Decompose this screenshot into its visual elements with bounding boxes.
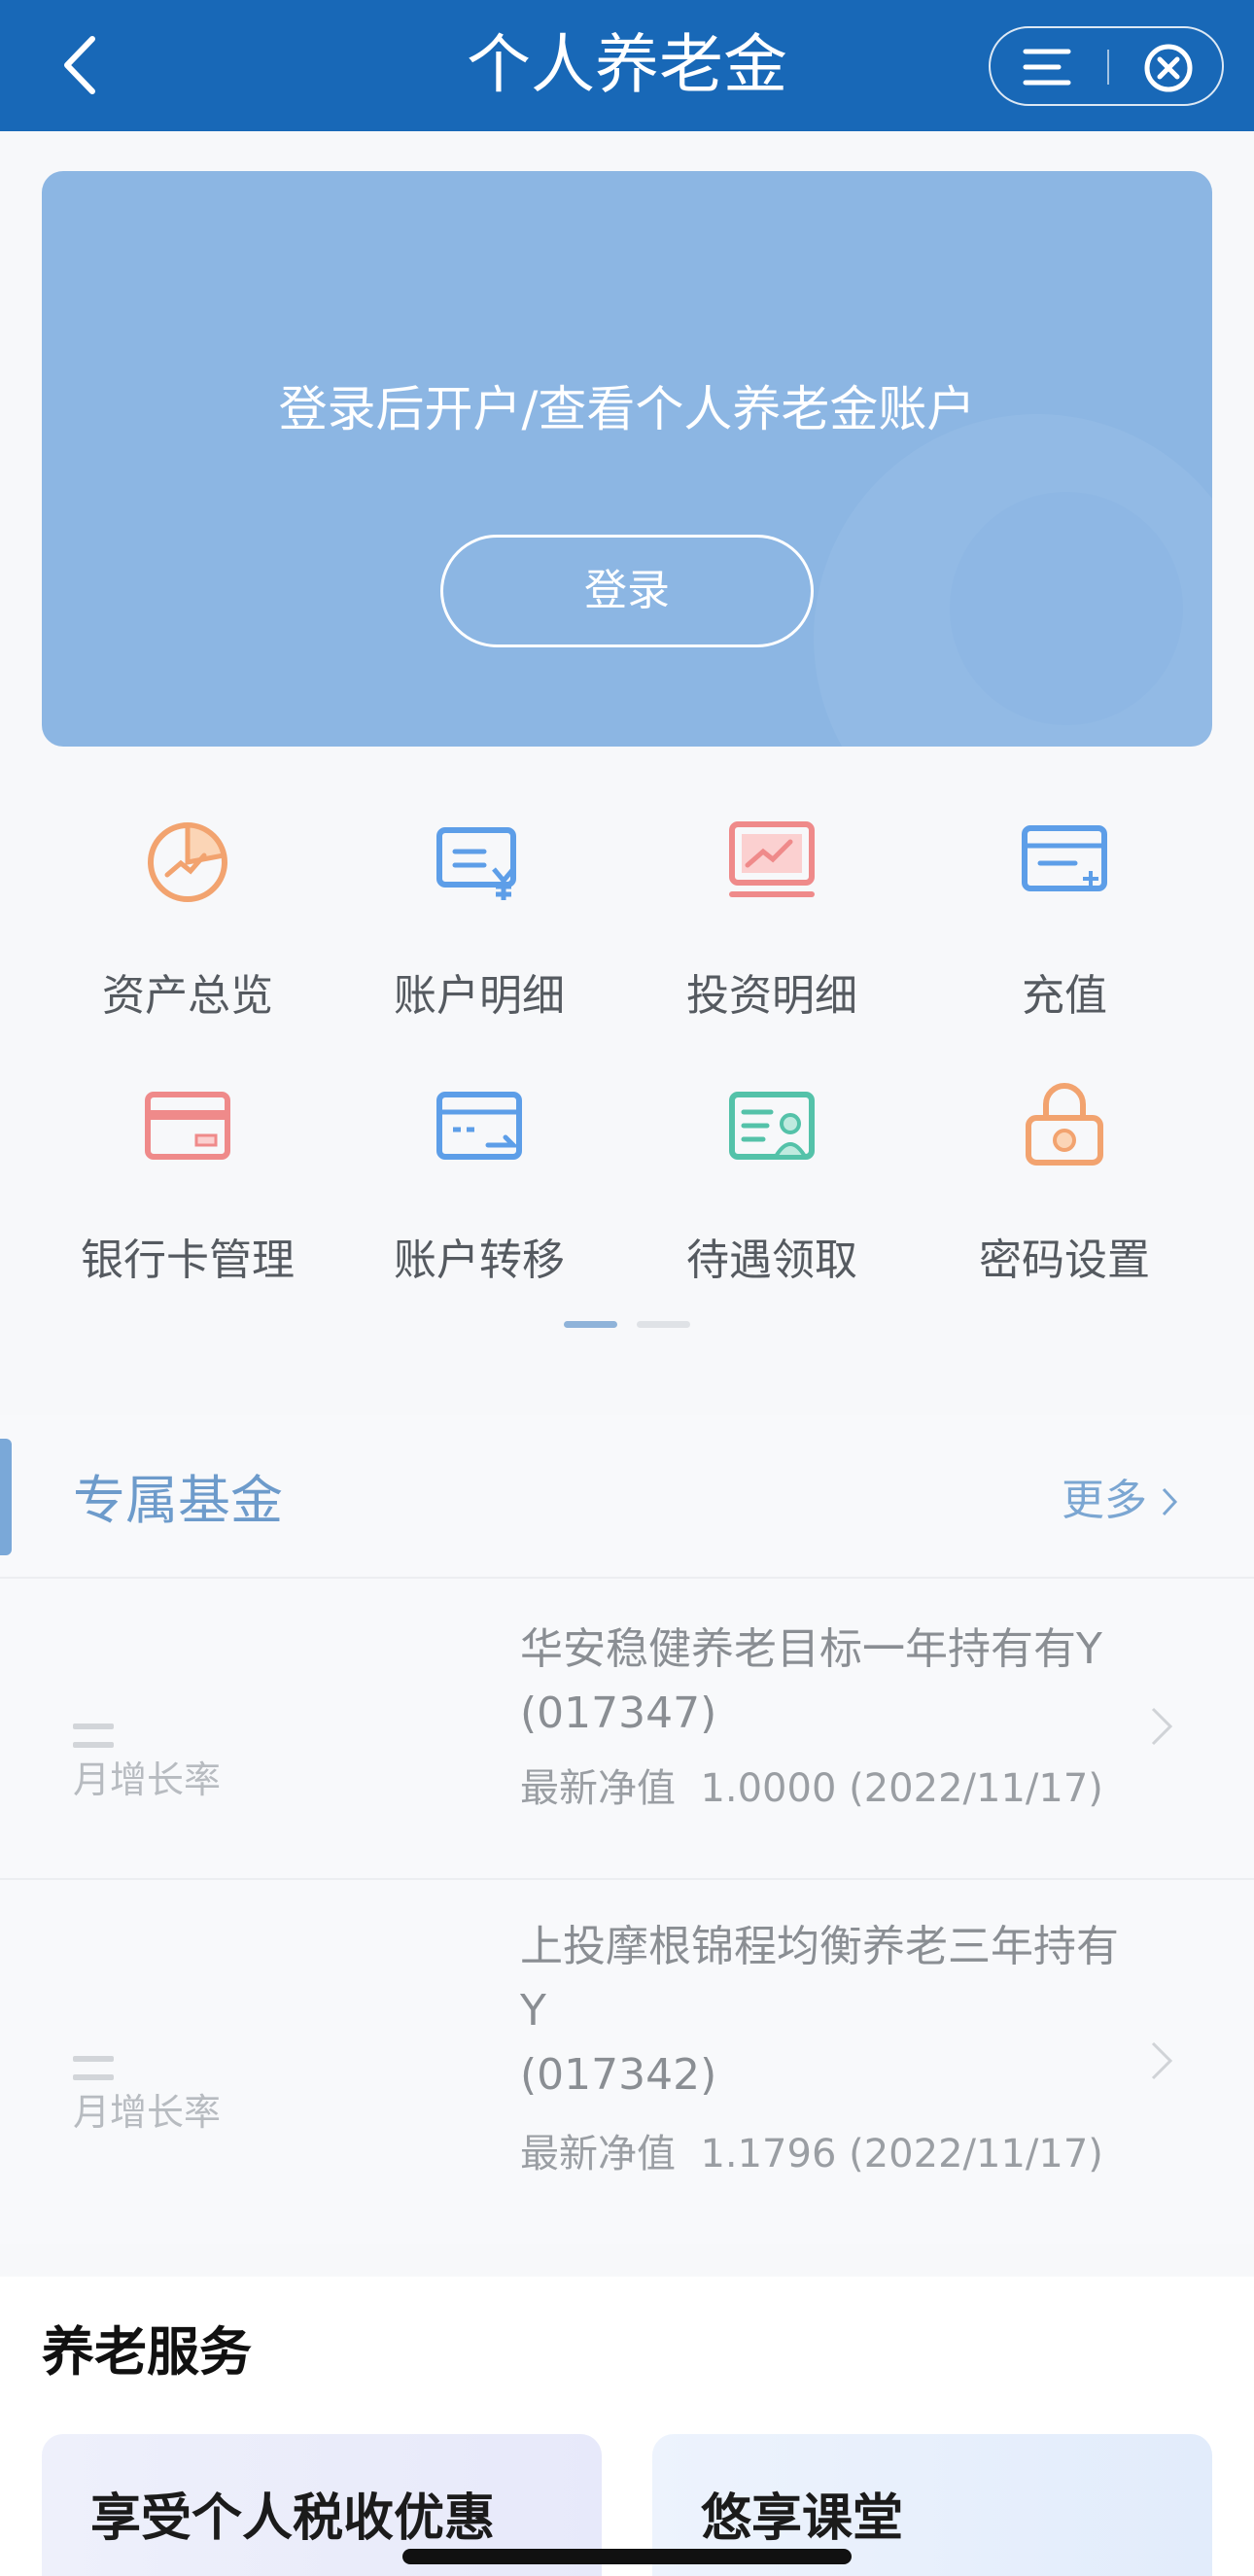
more-label: 更多 [1062,1476,1147,1525]
login-prompt-text: 登录后开户/查看个人养老金账户 [278,381,976,437]
fund-nav: 最新净值 1.1796 (2022/11/17) [520,2125,1103,2183]
fund-rate-label: 月增长率 [73,1758,222,1801]
grid-item-benefit-claim[interactable]: 待遇领取 [626,1081,918,1305]
grid-item-account-detail[interactable]: 账户明细 [333,817,625,1040]
close-button[interactable] [1141,42,1196,94]
password-lock-icon [1026,1083,1103,1166]
grid-item-label: 充值 [1022,971,1107,1021]
section-accent-bar [0,1439,12,1555]
pension-services-section: 养老服务 享受个人税收优惠 悠享课堂 [0,2277,1254,2576]
grid-item-recharge[interactable]: 充值 [919,817,1210,1040]
login-button[interactable]: 登录 [440,535,814,647]
grid-item-label: 待遇领取 [686,1236,857,1285]
mini-program-capsule [989,26,1224,106]
grid-item-label: 资产总览 [102,971,273,1021]
grid-item-investment-detail[interactable]: 投资明细 [626,817,918,1040]
asset-overview-icon [148,822,227,902]
more-funds-link[interactable]: 更多 [1062,1469,1178,1535]
home-indicator [402,2549,852,2564]
page-dot [637,1321,690,1328]
section-title: 专属基金 [73,1470,283,1531]
login-card: 登录后开户/查看个人养老金账户 登录 [42,171,1212,747]
grid-item-label: 投资明细 [686,971,857,1021]
grid-item-label: 账户明细 [394,971,565,1021]
grid-page-indicator [564,1321,690,1329]
close-circle-icon [1144,44,1193,92]
grid-item-label: 账户转移 [394,1236,565,1285]
recharge-icon [1022,825,1107,891]
chevron-right-icon [1151,1707,1173,1746]
service-card-label: 享受个人税收优惠 [90,2489,496,2548]
fund-name-line: Y [520,1986,546,2036]
service-card-label: 悠享课堂 [701,2489,904,2548]
section-title: 养老服务 [42,2321,252,2383]
menu-icon [1023,49,1071,86]
fund-name: 华安稳健养老目标一年持有有Y (017347) [520,1618,1162,1746]
capsule-divider [1107,50,1109,85]
fund-nav-value: 1.0000 (2022/11/17) [700,1766,1103,1811]
grid-item-asset-overview[interactable]: 资产总览 [42,817,333,1040]
chevron-right-icon [1151,2041,1173,2080]
grid-item-label: 密码设置 [979,1236,1150,1285]
fund-rate-value [73,1715,170,1748]
more-menu-button[interactable] [1020,46,1078,88]
fund-nav-label: 最新净值 [520,1766,676,1811]
grid-item-password[interactable]: 密码设置 [919,1081,1210,1305]
grid-item-bank-card[interactable]: 银行卡管理 [42,1081,333,1305]
account-transfer-icon [436,1092,522,1160]
fund-name-line: 上投摩根锦程均衡养老三年持有 [520,1922,1119,1971]
fund-nav-value: 1.1796 (2022/11/17) [700,2132,1103,2176]
top-nav-bar: 个人养老金 [0,0,1254,131]
page-dot-active [564,1321,617,1328]
grid-item-account-transfer[interactable]: 账户转移 [333,1081,625,1305]
chevron-right-icon [1161,1472,1178,1535]
benefit-claim-icon [729,1092,815,1160]
fund-rate-value [73,2047,170,2080]
bank-card-icon [145,1092,230,1160]
investment-detail-icon [729,821,815,897]
fund-row[interactable]: 月增长率 上投摩根锦程均衡养老三年持有 Y (017342) 最新净值 1.17… [0,1880,1254,2244]
grid-item-label: 银行卡管理 [81,1236,295,1285]
fund-row[interactable]: 月增长率 华安稳健养老目标一年持有有Y (017347) 最新净值 1.0000… [0,1579,1254,1878]
fund-name: 上投摩根锦程均衡养老三年持有 Y (017342) [520,1915,1162,2107]
fund-rate-label: 月增长率 [73,2091,222,2134]
account-detail-icon [436,827,516,900]
fund-nav: 最新净值 1.0000 (2022/11/17) [520,1759,1103,1818]
fund-name-line: 华安稳健养老目标一年持有有Y [520,1624,1102,1674]
exclusive-funds-section: 专属基金 更多 月增长率 华安稳健养老目标一年持有有Y (017347) 最新净… [0,1415,1254,2244]
fund-code: (017347) [520,1688,717,1738]
fund-code: (017342) [520,2050,717,2100]
fund-nav-label: 最新净值 [520,2132,676,2176]
